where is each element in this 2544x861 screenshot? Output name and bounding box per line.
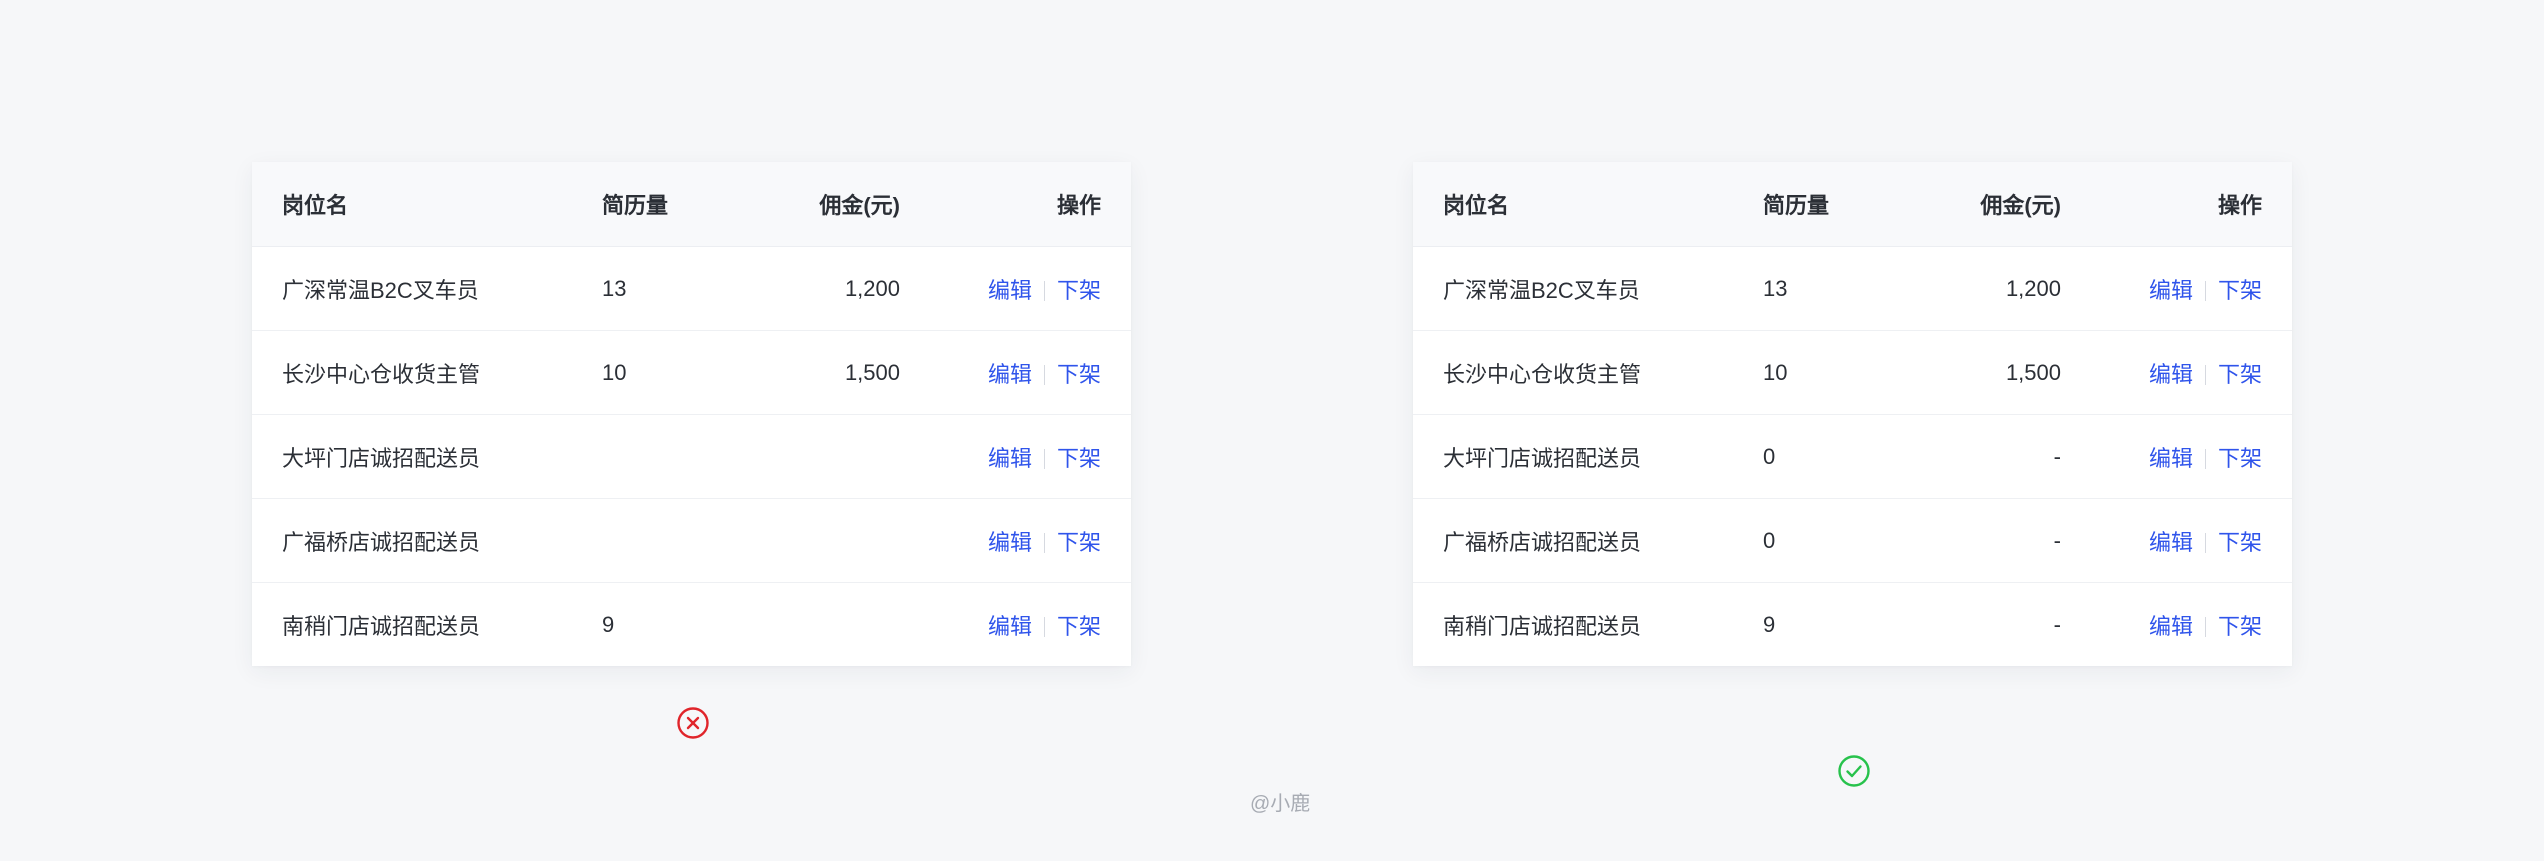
delist-link[interactable]: 下架 [2218,278,2262,303]
edit-link[interactable]: 编辑 [988,530,1032,555]
job-name-cell: 南稍门店诚招配送员 [1443,613,1642,639]
column-header-commission: 佣金(元) [1923,162,2061,247]
job-name-cell: 广福桥店诚招配送员 [1413,498,1763,583]
table-row: 大坪门店诚招配送员 编辑 下架 [252,414,1131,499]
resume-count-cell: 10 [602,330,762,415]
action-divider [1043,280,1045,301]
delist-link[interactable]: 下架 [1057,446,1101,471]
actions-cell: 编辑 下架 [900,498,1131,583]
table-row: 广深常温B2C叉车员 13 1,200 编辑 下架 [1413,246,2292,331]
commission-cell: - [2053,611,2061,637]
job-name-cell: 长沙中心仓收货主管 [1413,330,1763,415]
delist-link[interactable]: 下架 [1057,278,1101,303]
table-row: 长沙中心仓收货主管 10 1,500 编辑 下架 [252,330,1131,415]
actions-cell: 编辑 下架 [2061,583,2292,667]
resume-count-cell [602,498,762,583]
table-row: 长沙中心仓收货主管 10 1,500 编辑 下架 [1413,330,2292,415]
commission-cell: 1,200 [1923,246,2061,331]
edit-link[interactable]: 编辑 [2149,530,2193,555]
job-name-cell: 长沙中心仓收货主管 [252,330,602,415]
column-header-resume-count: 简历量 [1763,162,1923,247]
resume-count-cell: 9 [602,611,615,637]
edit-link[interactable]: 编辑 [2149,446,2193,471]
actions-cell: 编辑 下架 [2061,414,2292,499]
edit-link[interactable]: 编辑 [988,446,1032,471]
header-row: 岗位名 简历量 佣金(元) 操作 [252,162,1131,247]
resume-count-cell: 0 [1763,414,1923,499]
commission-cell: - [1923,414,2061,499]
delist-link[interactable]: 下架 [1057,362,1101,387]
correct-example-table-panel: 岗位名 简历量 佣金(元) 操作 广深常温B2C叉车员 13 1,200 编辑下… [1413,162,2292,666]
edit-link[interactable]: 编辑 [988,278,1032,303]
edit-link[interactable]: 编辑 [988,362,1032,387]
job-table-incorrect: 岗位名 简历量 佣金(元) 操作 广深常温B2C叉车员 13 1,200 编辑下… [252,162,1131,666]
column-header-name: 岗位名 [252,162,602,247]
action-divider [2204,616,2206,637]
action-divider [1043,532,1045,553]
commission-cell [762,414,900,499]
resume-count-cell [602,414,762,499]
action-divider [1043,364,1045,385]
actions-cell: 编辑 下架 [900,414,1131,499]
table-header: 岗位名 简历量 佣金(元) 操作 [1413,162,2292,247]
edit-link[interactable]: 编辑 [2149,362,2193,387]
delist-link[interactable]: 下架 [2218,446,2262,471]
close-circle-icon [677,707,709,739]
job-table-correct: 岗位名 简历量 佣金(元) 操作 广深常温B2C叉车员 13 1,200 编辑下… [1413,162,2292,666]
table-row: 广福桥店诚招配送员 0 - 编辑 下架 [1413,498,2292,583]
action-divider [2204,280,2206,301]
delist-link[interactable]: 下架 [1057,614,1101,639]
column-header-resume-count: 简历量 [602,162,762,247]
resume-count-cell: 0 [1763,498,1923,583]
actions-cell: 编辑 下架 [2061,498,2292,583]
commission-cell: - [1923,498,2061,583]
action-divider [2204,532,2206,553]
action-divider [2204,448,2206,469]
delist-link[interactable]: 下架 [2218,530,2262,555]
resume-count-cell: 13 [1763,246,1923,331]
actions-cell: 编辑 下架 [900,246,1131,331]
job-name-cell: 广福桥店诚招配送员 [252,498,602,583]
action-divider [1043,448,1045,469]
author-watermark: @小鹿 [1250,793,1311,815]
column-header-name: 岗位名 [1413,162,1763,247]
job-name-cell: 广深常温B2C叉车员 [252,246,602,331]
delist-link[interactable]: 下架 [2218,614,2262,639]
edit-link[interactable]: 编辑 [2149,614,2193,639]
job-name-cell: 广深常温B2C叉车员 [1413,246,1763,331]
commission-cell: 1,500 [762,330,900,415]
resume-count-cell: 10 [1763,330,1923,415]
table-row: 广深常温B2C叉车员 13 1,200 编辑 下架 [252,246,1131,331]
job-name-cell: 大坪门店诚招配送员 [252,414,602,499]
actions-cell: 编辑 下架 [900,330,1131,415]
column-header-commission: 佣金(元) [762,162,900,247]
job-name-cell: 大坪门店诚招配送员 [1413,414,1763,499]
table-row: 大坪门店诚招配送员 0 - 编辑 下架 [1413,414,2292,499]
edit-link[interactable]: 编辑 [988,614,1032,639]
resume-count-cell: 9 [1763,611,1776,637]
column-header-actions: 操作 [2061,162,2292,247]
commission-cell: 1,200 [762,246,900,331]
commission-cell [762,498,900,583]
actions-cell: 编辑 下架 [900,583,1131,667]
actions-cell: 编辑 下架 [2061,330,2292,415]
resume-count-cell: 13 [602,246,762,331]
edit-link[interactable]: 编辑 [2149,278,2193,303]
column-header-actions: 操作 [900,162,1131,247]
table-header: 岗位名 简历量 佣金(元) 操作 [252,162,1131,247]
table-row: 南稍门店诚招配送员 9 编辑 下架 [252,583,1131,667]
action-divider [1043,616,1045,637]
table-row: 南稍门店诚招配送员 9 - 编辑 下架 [1413,583,2292,667]
table-row: 广福桥店诚招配送员 编辑 下架 [252,498,1131,583]
commission-cell: 1,500 [1923,330,2061,415]
header-row: 岗位名 简历量 佣金(元) 操作 [1413,162,2292,247]
actions-cell: 编辑 下架 [2061,246,2292,331]
commission-cell [762,583,900,667]
job-name-cell: 南稍门店诚招配送员 [282,613,481,639]
incorrect-example-table-panel: 岗位名 简历量 佣金(元) 操作 广深常温B2C叉车员 13 1,200 编辑下… [252,162,1131,666]
delist-link[interactable]: 下架 [1057,530,1101,555]
delist-link[interactable]: 下架 [2218,362,2262,387]
check-circle-icon [1838,755,1870,787]
action-divider [2204,364,2206,385]
